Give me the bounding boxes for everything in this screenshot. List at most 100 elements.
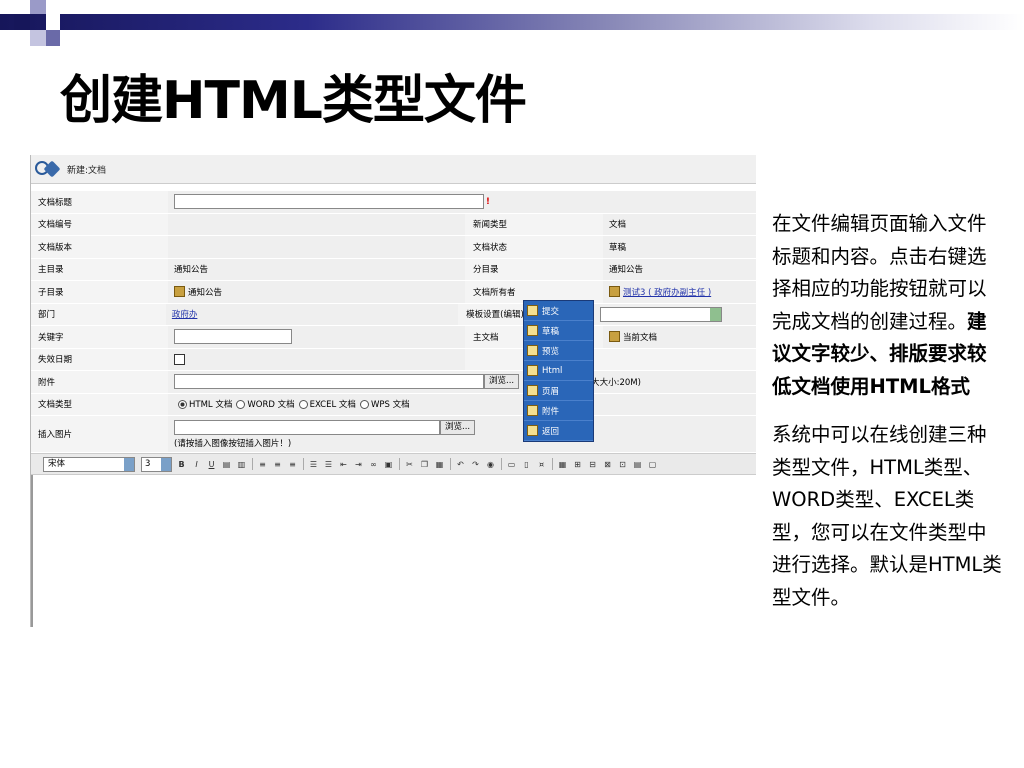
decorative-square: [46, 30, 60, 46]
department-link[interactable]: 政府办: [172, 308, 198, 320]
sub-dir-value: 通知公告: [603, 258, 756, 280]
title-input[interactable]: [174, 194, 484, 210]
image-input[interactable]: [174, 419, 440, 435]
screenshot-panel: 新建:文档 文档标题 ! 文档编号 新闻类型 文档 文档版本 文档状态 草稿 主…: [30, 155, 756, 627]
doc-version-value: [168, 236, 465, 258]
link-icon[interactable]: ∞: [368, 459, 379, 470]
table-icon[interactable]: ▦: [557, 459, 568, 470]
field-label: 主目录: [31, 258, 168, 280]
required-mark: !: [486, 196, 490, 207]
search-icon: [33, 159, 61, 179]
folder-icon: [174, 286, 185, 298]
draft-icon: [527, 325, 538, 336]
form-row-insert-image: 插入图片 浏览... (请按插入图像按钮插入图片！): [31, 416, 756, 453]
preview-icon: [527, 345, 538, 356]
bold-button[interactable]: B: [176, 459, 187, 470]
menu-item-header[interactable]: 页眉: [524, 381, 593, 401]
paste-icon[interactable]: ▦: [434, 459, 445, 470]
slide-title: 创建HTML类型文件: [60, 71, 527, 131]
copy-icon[interactable]: ❐: [419, 459, 430, 470]
doc-status-value: 草稿: [603, 236, 756, 258]
doc-number-value: [168, 213, 465, 235]
form-row-sub-dir: 子目录 通知公告 文档所有者 测试3 ( 政府办副主任 ): [31, 281, 756, 304]
decorative-top-bar: [0, 14, 1024, 30]
lock-icon[interactable]: ▯: [521, 459, 532, 470]
menu-item-attachment[interactable]: 附件: [524, 401, 593, 421]
decorative-square: [30, 30, 46, 46]
calendar-icon[interactable]: [174, 353, 185, 365]
panel-header: 新建:文档: [31, 155, 756, 184]
form-row-expiry: 失效日期: [31, 348, 756, 371]
image-browse-button[interactable]: 浏览...: [440, 419, 476, 435]
radio-label: WPS 文档: [370, 400, 410, 411]
news-type-value: 文档: [603, 213, 756, 235]
form-row-keywords: 关键字 主文档 当前文档: [31, 326, 756, 349]
radio-label: HTML 文档: [189, 400, 233, 411]
merge-cells-icon[interactable]: ⊠: [602, 459, 613, 470]
field-label: 部门: [31, 303, 166, 325]
header-icon: [527, 385, 538, 396]
radio-wps[interactable]: [359, 399, 369, 409]
split-cells-icon[interactable]: ⊡: [617, 459, 628, 470]
editor-content-area[interactable]: [31, 475, 756, 627]
radio-html[interactable]: [178, 399, 187, 409]
keywords-input[interactable]: [174, 329, 292, 345]
image-note: (请按插入图像按钮插入图片！): [174, 438, 292, 449]
align-left-icon[interactable]: ≡: [257, 459, 268, 470]
cell-icon[interactable]: ▢: [647, 459, 658, 470]
find-icon[interactable]: ◉: [485, 459, 496, 470]
underline-button[interactable]: U: [206, 459, 217, 470]
decorative-square: [46, 14, 60, 30]
main-doc-value: 当前文档: [623, 332, 658, 343]
outdent-icon[interactable]: ⇤: [338, 459, 349, 470]
form-row-title: 文档标题 !: [31, 191, 756, 214]
ordered-list-icon[interactable]: ☰: [308, 459, 319, 470]
highlight-icon[interactable]: ▥: [236, 459, 247, 470]
insert-column-icon[interactable]: ⊞: [572, 459, 583, 470]
unordered-list-icon[interactable]: ☰: [323, 459, 334, 470]
description-text: 在文件编辑页面输入文件标题和内容。点击右键选择相应的功能按钮就可以完成文档的创建…: [772, 208, 1004, 630]
radio-label: EXCEL 文档: [309, 400, 356, 411]
italic-button[interactable]: I: [191, 459, 202, 470]
user-icon: [609, 286, 620, 298]
view-source-icon[interactable]: ▭: [506, 459, 517, 470]
decorative-square: [14, 0, 30, 14]
redo-icon[interactable]: ↷: [470, 459, 481, 470]
submit-icon: [527, 305, 538, 316]
font-select[interactable]: 宋体: [43, 456, 135, 472]
form-row-version: 文档版本 文档状态 草稿: [31, 236, 756, 259]
align-right-icon[interactable]: ≡: [287, 459, 298, 470]
delete-column-icon[interactable]: ⊟: [587, 459, 598, 470]
attachment-browse-button[interactable]: 浏览...: [484, 374, 520, 390]
radio-word[interactable]: [236, 399, 246, 409]
template-select[interactable]: [600, 306, 722, 322]
field-label: 插入图片: [31, 416, 168, 452]
owner-link[interactable]: 测试3 ( 政府办副主任 ): [623, 286, 711, 298]
field-label: 关键字: [31, 326, 168, 348]
menu-item-return[interactable]: 返回: [524, 421, 593, 441]
font-color-icon[interactable]: ▤: [221, 459, 232, 470]
attachment-input[interactable]: [174, 374, 484, 390]
image-icon[interactable]: ▣: [383, 459, 394, 470]
menu-item-preview[interactable]: 预览: [524, 341, 593, 361]
radio-label: WORD 文档: [247, 400, 295, 411]
align-center-icon[interactable]: ≡: [272, 459, 283, 470]
indent-icon[interactable]: ⇥: [353, 459, 364, 470]
menu-item-submit[interactable]: 提交: [524, 301, 593, 321]
radio-excel[interactable]: [298, 399, 308, 409]
field-label: 子目录: [31, 281, 168, 303]
menu-item-draft[interactable]: 草稿: [524, 321, 593, 341]
sub-dir-value[interactable]: 通知公告: [188, 286, 222, 298]
chevron-down-icon: [124, 457, 134, 471]
form-row-attachment: 附件 浏览... 大大小:20M): [31, 371, 756, 394]
editor-toolbar: 宋体 3 B I U ▤ ▥ ≡ ≡ ≡ ☰ ☰ ⇤ ⇥ ∞ ▣ ✂ ❐ ▦ ↶…: [31, 453, 756, 475]
menu-item-html[interactable]: Html: [524, 361, 593, 381]
field-label: 失效日期: [31, 348, 168, 370]
anchor-icon[interactable]: ¤: [536, 459, 547, 470]
undo-icon[interactable]: ↶: [455, 459, 466, 470]
description-paragraph-2: 系统中可以在线创建三种类型文件，HTML类型、WORD类型、EXCEL类型，您可…: [772, 423, 1002, 609]
decorative-square: [30, 0, 46, 14]
cut-icon[interactable]: ✂: [404, 459, 415, 470]
size-select[interactable]: 3: [141, 456, 172, 472]
row-icon[interactable]: ▤: [632, 459, 643, 470]
